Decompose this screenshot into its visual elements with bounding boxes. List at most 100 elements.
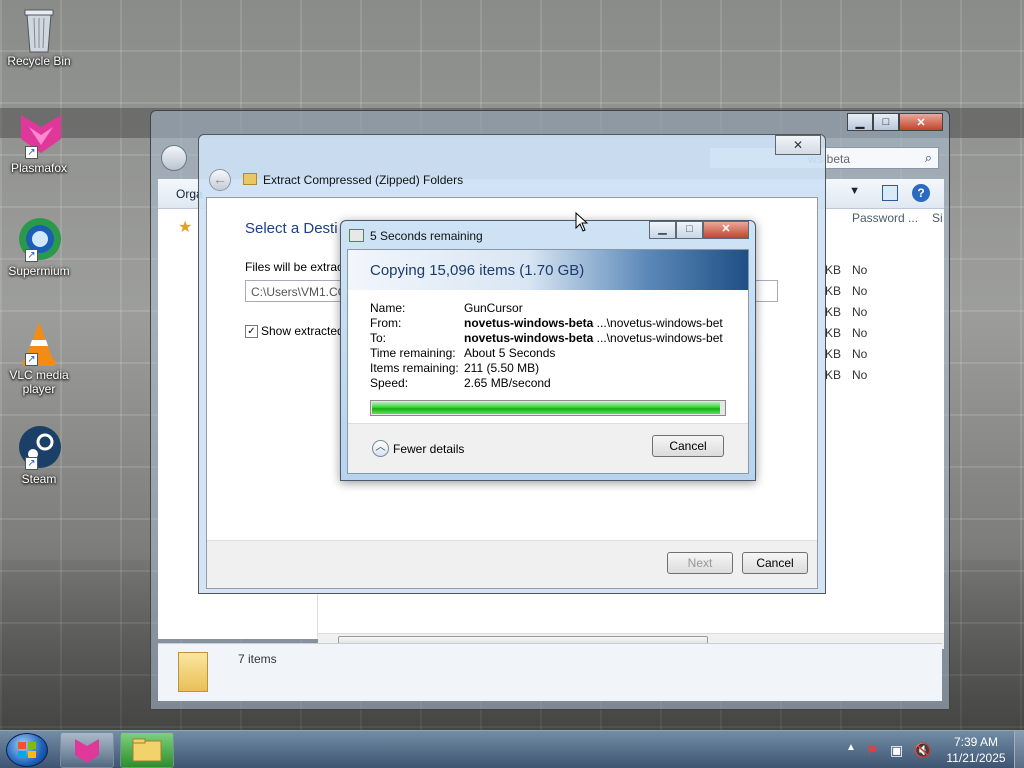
dialog-footer: ︿ Fewer details Cancel: [348, 423, 748, 473]
to-destination-link[interactable]: novetus-windows-beta: [464, 331, 593, 345]
desktop-icon-steam[interactable]: ↗ Steam: [4, 424, 74, 486]
time-remaining-value: About 5 Seconds: [464, 346, 556, 360]
fewer-details-toggle[interactable]: ︿ Fewer details: [372, 440, 464, 457]
from-path: ...\novetus-windows-bet: [593, 316, 723, 330]
desktop-icon-label: Steam: [21, 472, 57, 486]
dialog-caption: 5 Seconds remaining: [370, 229, 483, 243]
maximize-button[interactable]: □: [873, 113, 899, 131]
row-password: No: [852, 284, 868, 298]
copy-progress-dialog: 5 Seconds remaining ▁ □ ✕ Copying 15,096…: [340, 220, 756, 481]
start-button[interactable]: [6, 733, 48, 767]
vlc-cone-icon: ↗: [17, 320, 61, 366]
name-label: Name:: [370, 301, 406, 315]
zip-folder-icon: [243, 173, 257, 185]
speed-value: 2.65 MB/second: [464, 376, 551, 390]
action-center-alert-icon[interactable]: ⚑: [866, 742, 879, 759]
view-dropdown-icon[interactable]: ▼: [849, 185, 860, 197]
maximize-button[interactable]: □: [676, 221, 703, 239]
details-pane: 7 items: [158, 643, 942, 701]
row-size: KB: [825, 263, 842, 277]
minimize-button[interactable]: ▁: [649, 221, 676, 239]
to-path: ...\novetus-windows-bet: [593, 331, 723, 345]
row-size: KB: [825, 284, 842, 298]
desktop-icon-recycle-bin[interactable]: Recycle Bin: [4, 6, 74, 68]
clock-date: 11/21/2025: [946, 751, 1006, 765]
wizard-footer: Next Cancel: [207, 540, 817, 588]
shortcut-arrow-icon: ↗: [25, 146, 38, 159]
desktop-icon-supermium[interactable]: ↗ Supermium: [4, 216, 74, 278]
show-extracted-checkbox-row[interactable]: ✓ Show extracted: [245, 324, 344, 338]
system-clock[interactable]: 7:39 AM 11/21/2025: [938, 734, 1014, 766]
network-icon[interactable]: ▣: [890, 742, 903, 759]
row-password: No: [852, 263, 868, 277]
copy-progress-bar: [370, 400, 726, 416]
preview-pane-icon[interactable]: [882, 185, 898, 201]
shortcut-arrow-icon: ↗: [25, 457, 38, 470]
wizard-heading: Select a Desti: [245, 220, 338, 237]
items-remaining-label: Items remaining:: [370, 361, 459, 375]
cancel-button[interactable]: Cancel: [742, 552, 808, 574]
desktop-icon-label: VLC media player: [9, 368, 69, 396]
column-header-password[interactable]: Password ...: [852, 211, 918, 225]
from-label: From:: [370, 316, 402, 330]
mouse-cursor-icon: [575, 212, 589, 232]
desktop-icon-vlc[interactable]: ↗ VLC media player: [4, 320, 74, 396]
back-arrow-icon[interactable]: ←: [209, 169, 231, 191]
from-source-link[interactable]: novetus-windows-beta: [464, 316, 593, 330]
supermium-icon: ↗: [17, 216, 61, 262]
desktop-icon-label: Recycle Bin: [7, 54, 71, 68]
destination-path-value: C:\Users\VM1.CC: [251, 285, 347, 299]
clock-time: 7:39 AM: [953, 735, 999, 749]
search-icon: ⌕: [924, 150, 932, 165]
favorites-star-icon[interactable]: ★: [178, 217, 192, 237]
cancel-copy-button[interactable]: Cancel: [652, 435, 724, 457]
desktop-icon-plasmafox[interactable]: ↗ Plasmafox: [4, 113, 74, 175]
copy-progress-icon: [349, 229, 364, 242]
plasmafox-icon: [75, 739, 99, 763]
shortcut-arrow-icon: ↗: [25, 249, 38, 262]
column-header-size[interactable]: Si: [932, 211, 943, 225]
copy-panel: Copying 15,096 items (1.70 GB) Name: Gun…: [347, 249, 749, 474]
volume-muted-icon[interactable]: 🔇: [914, 742, 931, 759]
show-desktop-button[interactable]: [1014, 731, 1024, 768]
files-label: Files will be extract: [245, 260, 347, 274]
speed-label: Speed:: [370, 376, 409, 390]
show-hidden-icons-icon[interactable]: ▲: [846, 742, 856, 753]
items-remaining-value: 211 (5.50 MB): [464, 361, 540, 375]
zip-folder-icon: [178, 652, 208, 692]
show-extracted-label: Show extracted: [261, 324, 344, 338]
desktop-icon-label: Plasmafox: [10, 161, 68, 175]
close-button[interactable]: ✕: [775, 135, 821, 155]
shortcut-arrow-icon: ↗: [25, 353, 38, 366]
window-controls: ▁ □ ✕: [649, 221, 749, 239]
windows-logo-icon: [18, 742, 36, 758]
row-password: No: [852, 326, 868, 340]
wizard-title: Extract Compressed (Zipped) Folders: [263, 173, 464, 187]
chevron-up-icon: ︿: [372, 440, 389, 457]
progress-fill: [372, 402, 721, 414]
copy-header: Copying 15,096 items (1.70 GB): [348, 250, 748, 290]
row-password: No: [852, 347, 868, 361]
next-button[interactable]: Next: [667, 552, 733, 574]
from-value: novetus-windows-beta ...\novetus-windows…: [464, 316, 723, 331]
fewer-details-label: Fewer details: [393, 441, 465, 456]
plasmafox-icon: ↗: [17, 113, 61, 159]
time-remaining-label: Time remaining:: [370, 346, 456, 360]
close-button[interactable]: ✕: [899, 113, 943, 131]
nav-back-icon[interactable]: [161, 145, 187, 171]
item-count: 7 items: [238, 652, 277, 666]
window-controls: ▁ □ ✕: [847, 113, 943, 131]
to-value: novetus-windows-beta ...\novetus-windows…: [464, 331, 723, 346]
name-value: GunCursor: [464, 301, 523, 315]
help-icon[interactable]: ?: [912, 184, 930, 202]
row-password: No: [852, 368, 868, 382]
row-size: KB: [825, 347, 842, 361]
minimize-button[interactable]: ▁: [847, 113, 873, 131]
steam-icon: ↗: [17, 424, 61, 470]
close-button[interactable]: ✕: [703, 221, 749, 239]
row-size: KB: [825, 368, 842, 382]
taskbar-plasmafox-button[interactable]: [60, 732, 114, 768]
row-size: KB: [825, 326, 842, 340]
taskbar-explorer-button[interactable]: [120, 732, 174, 768]
checkbox-checked-icon[interactable]: ✓: [245, 324, 258, 338]
